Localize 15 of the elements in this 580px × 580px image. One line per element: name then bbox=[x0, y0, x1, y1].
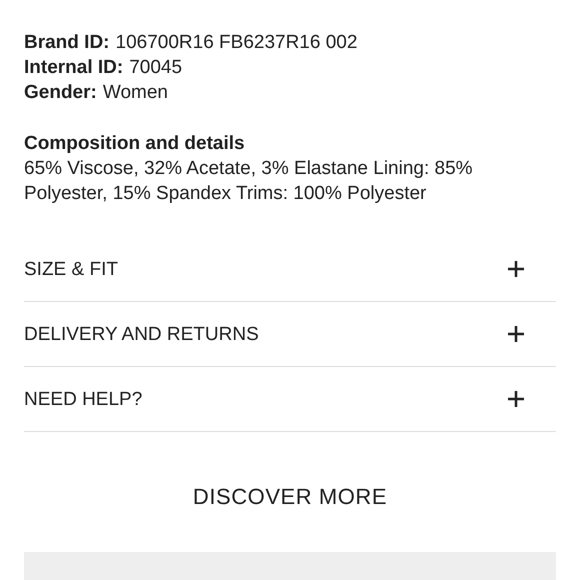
detail-value: 70045 bbox=[129, 56, 182, 80]
detail-value: 106700R16 FB6237R16 002 bbox=[116, 31, 358, 55]
plus-icon[interactable] bbox=[508, 391, 524, 407]
discover-more-button[interactable]: DISCOVER MORE bbox=[192, 484, 388, 510]
detail-label: Brand ID: bbox=[24, 31, 110, 55]
detail-value: Women bbox=[102, 81, 168, 105]
accordion-header[interactable]: DELIVERY AND RETURNS bbox=[24, 322, 259, 346]
plus-icon[interactable] bbox=[508, 326, 524, 342]
accordion-header[interactable]: SIZE & FIT bbox=[24, 256, 118, 282]
detail-label: Internal ID: bbox=[24, 56, 124, 80]
accordion-header[interactable]: NEED HELP? bbox=[24, 386, 142, 412]
plus-icon[interactable] bbox=[508, 261, 524, 277]
composition-text: 65% Viscose, 32% Acetate, 3% Elastane Lining: 85% Polyester, 15% Spandex Trims: 100% Polyester bbox=[24, 157, 474, 206]
section-heading: Composition and details bbox=[24, 132, 246, 156]
detail-label: Gender: bbox=[24, 81, 97, 105]
